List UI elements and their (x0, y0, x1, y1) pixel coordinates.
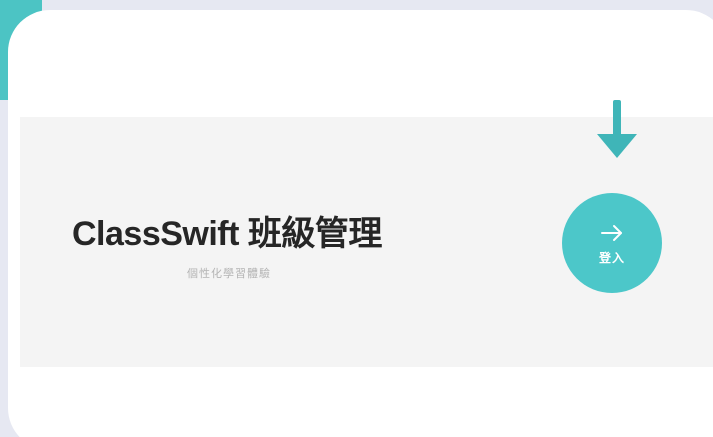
arrow-down-icon (597, 100, 637, 158)
page-stage: ClassSwift 班級管理 個性化學習體驗 登入 (0, 0, 713, 437)
arrow-right-icon (601, 224, 622, 241)
login-button-label: 登入 (598, 250, 625, 265)
app-subtitle: 個性化學習體驗 (187, 268, 271, 280)
login-button[interactable]: 登入 (562, 193, 662, 293)
app-title: ClassSwift 班級管理 (72, 215, 382, 253)
